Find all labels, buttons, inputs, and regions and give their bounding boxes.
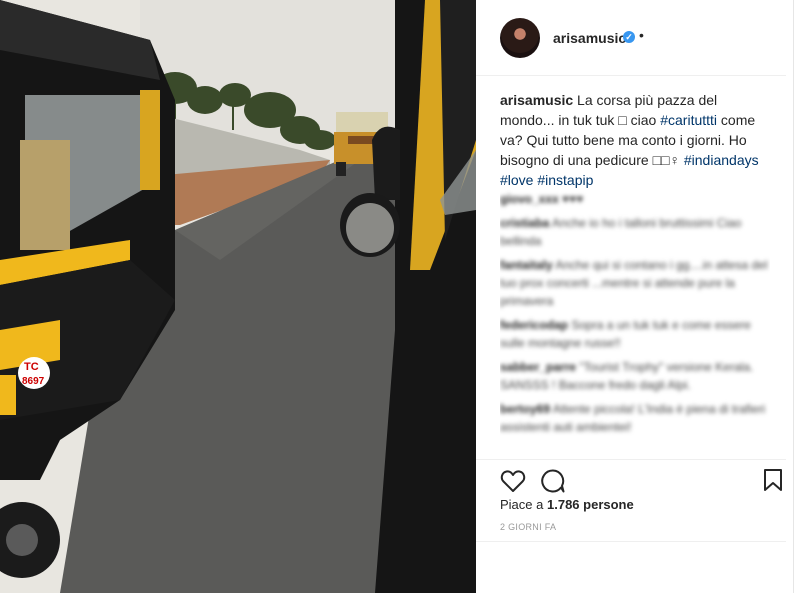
comment-item: sabber_parre "Tourist Trophy" versione K…: [500, 358, 770, 394]
comment-icon[interactable]: [540, 468, 566, 494]
comments-list: giovo_xxx ♥♥♥ cristiaba Anche io ho i ta…: [500, 190, 770, 458]
post-date[interactable]: 2 GIORNI FA: [500, 522, 556, 532]
verified-icon: ✓: [623, 31, 635, 43]
comment-user[interactable]: bertoy69: [500, 402, 550, 416]
comment-user[interactable]: cristiaba: [500, 216, 549, 230]
svg-text:8697: 8697: [22, 376, 45, 387]
post-photo[interactable]: TC 8697: [0, 0, 476, 593]
caption-text-2: ciao: [626, 112, 661, 128]
comment-item: cristiaba Anche io ho i talloni bruttiss…: [500, 214, 770, 250]
svg-text:TC: TC: [24, 361, 39, 373]
emoji-placeholder: □□♀: [652, 152, 680, 168]
comment-text: ♥♥♥: [562, 192, 584, 206]
emoji-placeholder: □: [618, 112, 627, 128]
bookmark-icon[interactable]: [763, 468, 783, 492]
photo-image: TC 8697: [0, 0, 476, 593]
hashtag-link[interactable]: #indiandays: [684, 152, 759, 168]
comment-item: bertoy69 Attente piccola! L'India è pien…: [500, 400, 770, 436]
hashtag-link[interactable]: #carituttti: [660, 112, 717, 128]
likes-count[interactable]: Piace a 1.786 persone: [500, 497, 634, 512]
post-header: arisamusic ✓ •: [476, 0, 786, 76]
heart-icon[interactable]: [500, 469, 526, 493]
post-modal: TC 8697 arisamusic ✓ • arisamusic La cor…: [0, 0, 794, 593]
post-caption: arisamusic La corsa più pazza del mondo.…: [500, 90, 770, 190]
action-bar: [476, 459, 786, 499]
comment-user[interactable]: federicodap: [500, 318, 568, 332]
hashtag-link[interactable]: #love: [500, 172, 533, 188]
comment-user[interactable]: fantaitaly: [500, 258, 553, 272]
avatar[interactable]: [500, 18, 540, 58]
username-link[interactable]: arisamusic: [553, 30, 626, 46]
caption-username[interactable]: arisamusic: [500, 92, 573, 108]
separator-dot: •: [639, 27, 644, 43]
comment-item: giovo_xxx ♥♥♥: [500, 190, 770, 208]
post-sidebar: arisamusic ✓ • arisamusic La corsa più p…: [476, 0, 786, 593]
comment-user[interactable]: sabber_parre: [500, 360, 576, 374]
comment-user[interactable]: giovo_xxx: [500, 192, 559, 206]
comment-footer: [476, 541, 786, 593]
likes-number[interactable]: 1.786 persone: [547, 497, 634, 512]
hashtag-link[interactable]: #instapip: [537, 172, 593, 188]
comment-item: fantaitaly Anche qui si contano i gg....…: [500, 256, 770, 310]
comment-item: federicodap Sopra a un tuk tuk e come es…: [500, 316, 770, 352]
likes-label: Piace a: [500, 497, 544, 512]
